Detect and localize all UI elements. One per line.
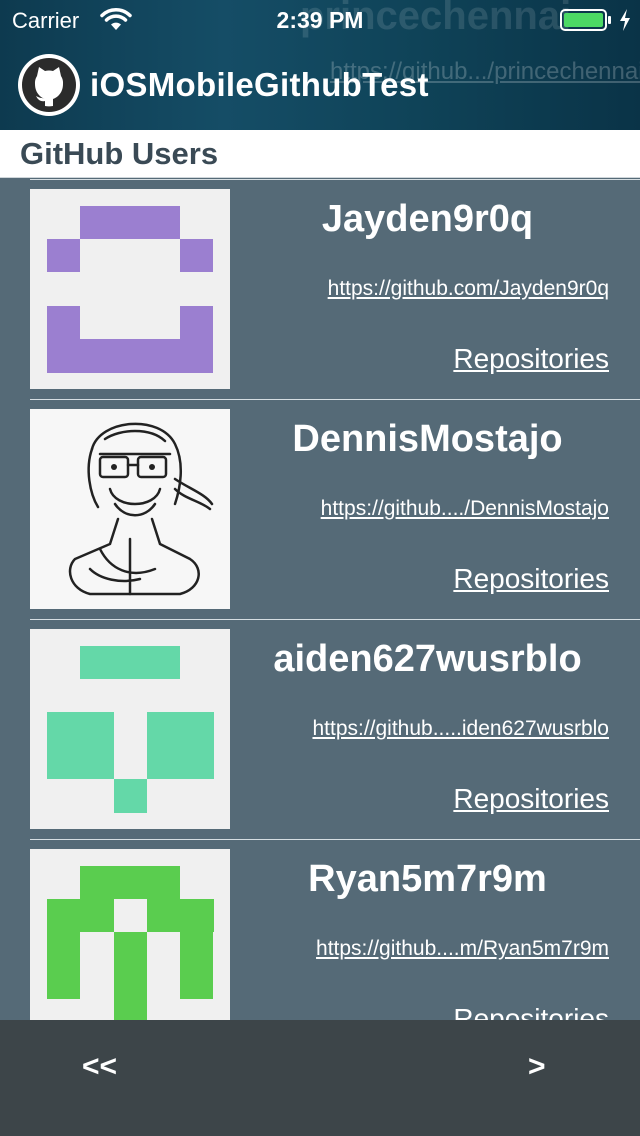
identicon-green-avatar <box>47 866 214 1020</box>
charging-bolt-icon <box>620 9 630 31</box>
user-row[interactable]: Ryan5m7r9m https://github....m/Ryan5m7r9… <box>30 839 640 1020</box>
status-time: 2:39 PM <box>276 7 364 33</box>
battery-icon <box>560 9 611 31</box>
user-row[interactable]: DennisMostajo https://github..../DennisM… <box>30 399 640 619</box>
user-row[interactable]: aiden627wusrblo https://github.....iden6… <box>30 619 640 839</box>
app-title: iOSMobileGithubTest <box>90 66 429 103</box>
repositories-link[interactable]: Repositories <box>453 343 609 375</box>
profile-link[interactable]: https://github....m/Ryan5m7r9m <box>316 937 609 961</box>
user-avatar <box>30 629 230 829</box>
app-header: princechennai https://github.../princech… <box>0 0 640 130</box>
previous-page-button[interactable]: << <box>82 1050 117 1084</box>
username: Ryan5m7r9m <box>308 858 547 900</box>
status-bar: Carrier 2:39 PM <box>0 0 640 40</box>
user-row[interactable]: Jayden9r0q https://github.com/Jayden9r0q… <box>30 179 640 399</box>
username: aiden627wusrblo <box>273 638 582 680</box>
repositories-link[interactable]: Repositories <box>453 783 609 815</box>
pagination-bar: << > <box>0 1020 640 1136</box>
user-avatar <box>30 849 230 1020</box>
identicon-teal-avatar <box>47 646 214 813</box>
user-avatar <box>30 409 230 609</box>
github-logo-icon <box>18 54 80 116</box>
section-header: GitHub Users <box>0 130 640 178</box>
profile-link[interactable]: https://github.....iden627wusrblo <box>312 717 609 741</box>
repositories-link[interactable]: Repositories <box>453 563 609 595</box>
profile-link[interactable]: https://github..../DennisMostajo <box>321 497 609 521</box>
username: Jayden9r0q <box>321 198 534 240</box>
next-page-button[interactable]: > <box>528 1050 546 1084</box>
users-list[interactable]: Jayden9r0q https://github.com/Jayden9r0q… <box>0 178 640 1020</box>
profile-link[interactable]: https://github.com/Jayden9r0q <box>328 277 609 301</box>
identicon-purple-avatar <box>47 206 213 373</box>
user-avatar <box>30 189 230 389</box>
repositories-link[interactable]: Repositories <box>453 1003 609 1020</box>
section-title: GitHub Users <box>20 136 219 171</box>
sketch-portrait-avatar <box>68 422 214 596</box>
username: DennisMostajo <box>292 418 563 460</box>
